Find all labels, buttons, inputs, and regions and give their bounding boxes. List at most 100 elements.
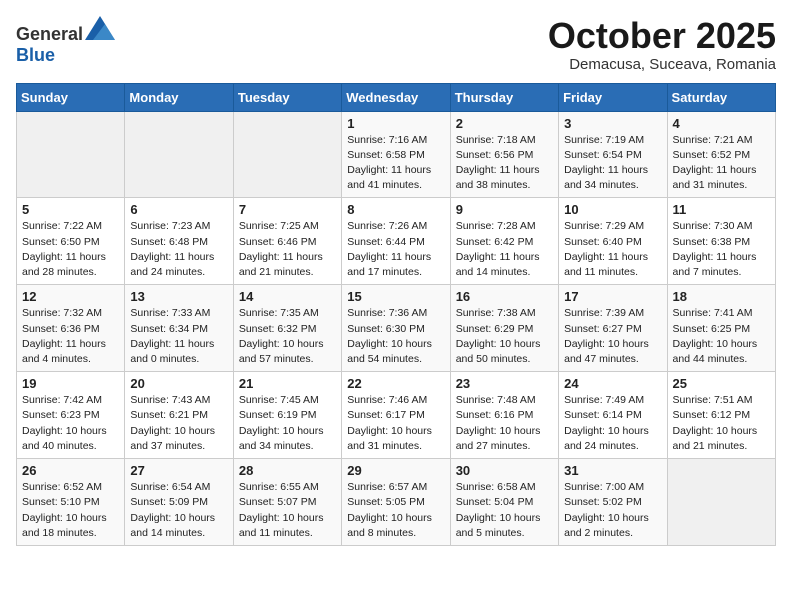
- calendar-cell: 14Sunrise: 7:35 AMSunset: 6:32 PMDayligh…: [233, 285, 341, 372]
- calendar-cell: 2Sunrise: 7:18 AMSunset: 6:56 PMDaylight…: [450, 111, 558, 198]
- sunrise-text: Sunrise: 7:33 AM: [130, 307, 210, 319]
- day-number: 11: [673, 202, 770, 217]
- sunset-text: Sunset: 5:05 PM: [347, 496, 425, 508]
- calendar-cell: 24 Sunrise: 7:49 AMSunset: 6:14 PMDayligh…: [559, 372, 667, 459]
- page-header: General Blue October 2025 Demacusa, Suce…: [16, 16, 776, 73]
- sunset-text: Sunset: 6:30 PM: [347, 323, 425, 335]
- calendar-week-1: 1Sunrise: 7:16 AMSunset: 6:58 PMDaylight…: [17, 111, 776, 198]
- title-block: October 2025 Demacusa, Suceava, Romania: [548, 16, 776, 73]
- daylight-text: Daylight: 11 hours and 38 minutes.: [456, 164, 540, 191]
- sunset-text: Sunset: 5:10 PM: [22, 496, 100, 508]
- sunset-text: Sunset: 6:46 PM: [239, 236, 317, 248]
- calendar-cell: 16Sunrise: 7:38 AMSunset: 6:29 PMDayligh…: [450, 285, 558, 372]
- sunrise-text: Sunrise: 7:21 AM: [673, 134, 753, 146]
- daylight-text: Daylight: 10 hours and 34 minutes.: [239, 425, 324, 452]
- calendar-cell: 9Sunrise: 7:28 AMSunset: 6:42 PMDaylight…: [450, 198, 558, 285]
- sunrise-text: Sunrise: 7:25 AM: [239, 220, 319, 232]
- daylight-text: Daylight: 11 hours and 14 minutes.: [456, 251, 540, 278]
- sunset-text: Sunset: 6:56 PM: [456, 149, 534, 161]
- day-number: 14: [239, 289, 336, 304]
- sunset-text: Sunset: 6:52 PM: [673, 149, 751, 161]
- day-info: Sunrise: 7:43 AMSunset: 6:21 PMDaylight:…: [130, 393, 227, 454]
- sunset-text: Sunset: 5:07 PM: [239, 496, 317, 508]
- sunset-text: Sunset: 6:44 PM: [347, 236, 425, 248]
- day-info: Sunrise: 7:45 AMSunset: 6:19 PMDaylight:…: [239, 393, 336, 454]
- calendar-week-3: 12Sunrise: 7:32 AMSunset: 6:36 PMDayligh…: [17, 285, 776, 372]
- day-number: 18: [673, 289, 770, 304]
- calendar-cell: 4Sunrise: 7:21 AMSunset: 6:52 PMDaylight…: [667, 111, 775, 198]
- sunset-text: Sunset: 6:27 PM: [564, 323, 642, 335]
- calendar-cell: 15Sunrise: 7:36 AMSunset: 6:30 PMDayligh…: [342, 285, 450, 372]
- calendar-body: 1Sunrise: 7:16 AMSunset: 6:58 PMDaylight…: [17, 111, 776, 545]
- sunset-text: Sunset: 6:17 PM: [347, 409, 425, 421]
- daylight-text: Daylight: 10 hours and 47 minutes.: [564, 338, 649, 365]
- day-info: Sunrise: 7:30 AMSunset: 6:38 PMDaylight:…: [673, 219, 770, 280]
- sunrise-text: Sunrise: 7:22 AM: [22, 220, 102, 232]
- day-info: Sunrise: 7:46 AM Sunset: 6:17 PM Daylight:…: [347, 393, 444, 454]
- daylight-text: Daylight: 10 hours and 31 minutes.: [347, 425, 432, 452]
- day-info: Sunrise: 6:58 AMSunset: 5:04 PMDaylight:…: [456, 480, 553, 541]
- sunset-text: Sunset: 6:54 PM: [564, 149, 642, 161]
- calendar-cell: 20Sunrise: 7:43 AMSunset: 6:21 PMDayligh…: [125, 372, 233, 459]
- daylight-text: Daylight: 10 hours and 44 minutes.: [673, 338, 758, 365]
- day-info: Sunrise: 7:49 AMSunset: 6:14 PMDaylight:…: [564, 393, 661, 454]
- sunset-text: Sunset: 6:48 PM: [130, 236, 208, 248]
- sunrise-text: Sunrise: 7:36 AM: [347, 307, 427, 319]
- calendar-cell: 3Sunrise: 7:19 AMSunset: 6:54 PMDaylight…: [559, 111, 667, 198]
- day-number: 24: [564, 376, 661, 391]
- day-info: Sunrise: 7:42 AMSunset: 6:23 PMDaylight:…: [22, 393, 119, 454]
- sunrise-text: Sunrise: 6:55 AM: [239, 481, 319, 493]
- day-number: 12: [22, 289, 119, 304]
- day-info: Sunrise: 7:23 AM Sunset: 6:48 PM Daylight:…: [130, 219, 227, 280]
- sunrise-text: Sunrise: 7:23 AM: [130, 220, 210, 232]
- daylight-text: Daylight: 11 hours and 41 minutes.: [347, 164, 431, 191]
- day-info: Sunrise: 7:38 AMSunset: 6:29 PMDaylight:…: [456, 306, 553, 367]
- logo-icon: [85, 16, 115, 40]
- calendar-cell: 31Sunrise: 7:00 AMSunset: 5:02 PMDayligh…: [559, 459, 667, 546]
- day-number: 31: [564, 463, 661, 478]
- sunset-text: Sunset: 6:12 PM: [673, 409, 751, 421]
- sunrise-text: Sunrise: 7:46 AM: [347, 394, 427, 406]
- calendar-cell: 28Sunrise: 6:55 AMSunset: 5:07 PMDayligh…: [233, 459, 341, 546]
- day-info: Sunrise: 6:52 AMSunset: 5:10 PMDaylight:…: [22, 480, 119, 541]
- weekday-header-friday: Friday: [559, 83, 667, 111]
- day-number: 25: [673, 376, 770, 391]
- day-number: 4: [673, 116, 770, 131]
- daylight-text: Daylight: 10 hours and 14 minutes.: [130, 512, 215, 539]
- sunset-text: Sunset: 6:40 PM: [564, 236, 642, 248]
- weekday-header-thursday: Thursday: [450, 83, 558, 111]
- calendar-cell: 30 Sunrise: 6:58 AMSunset: 5:04 PMDayligh…: [450, 459, 558, 546]
- sunrise-text: Sunrise: 7:41 AM: [673, 307, 753, 319]
- daylight-text: Daylight: 11 hours and 17 minutes.: [347, 251, 431, 278]
- day-number: 6: [130, 202, 227, 217]
- weekday-header-saturday: Saturday: [667, 83, 775, 111]
- sunset-text: Sunset: 6:38 PM: [673, 236, 751, 248]
- sunrise-text: Sunrise: 6:52 AM: [22, 481, 102, 493]
- day-info: Sunrise: 7:22 AMSunset: 6:50 PMDaylight:…: [22, 219, 119, 280]
- day-info: Sunrise: 7:21 AMSunset: 6:52 PMDaylight:…: [673, 133, 770, 194]
- day-info: Sunrise: 7:29 AMSunset: 6:40 PMDaylight:…: [564, 219, 661, 280]
- day-number: 7: [239, 202, 336, 217]
- sunset-text: Sunset: 6:32 PM: [239, 323, 317, 335]
- calendar-table: SundayMondayTuesdayWednesdayThursdayFrid…: [16, 83, 776, 546]
- daylight-text: Daylight: 10 hours and 57 minutes.: [239, 338, 324, 365]
- calendar-cell: 13Sunrise: 7:33 AMSunset: 6:34 PMDayligh…: [125, 285, 233, 372]
- sunrise-text: Sunrise: 7:28 AM: [456, 220, 536, 232]
- day-info: Sunrise: 7:33 AMSunset: 6:34 PMDaylight:…: [130, 306, 227, 367]
- calendar-header: SundayMondayTuesdayWednesdayThursdayFrid…: [17, 83, 776, 111]
- sunset-text: Sunset: 6:50 PM: [22, 236, 100, 248]
- daylight-text: Daylight: 11 hours and 24 minutes.: [130, 251, 214, 278]
- daylight-text: Daylight: 11 hours and 4 minutes.: [22, 338, 106, 365]
- day-number: 30: [456, 463, 553, 478]
- calendar-cell: 8Sunrise: 7:26 AMSunset: 6:44 PMDaylight…: [342, 198, 450, 285]
- calendar-week-2: 5Sunrise: 7:22 AMSunset: 6:50 PMDaylight…: [17, 198, 776, 285]
- day-number: 13: [130, 289, 227, 304]
- sunset-text: Sunset: 6:16 PM: [456, 409, 534, 421]
- month-title: October 2025: [548, 16, 776, 56]
- day-number: 27: [130, 463, 227, 478]
- sunrise-text: Sunrise: 7:30 AM: [673, 220, 753, 232]
- sunset-text: Sunset: 6:34 PM: [130, 323, 208, 335]
- sunrise-text: Sunrise: 6:57 AM: [347, 481, 427, 493]
- day-info: Sunrise: 7:26 AMSunset: 6:44 PMDaylight:…: [347, 219, 444, 280]
- day-number: 26: [22, 463, 119, 478]
